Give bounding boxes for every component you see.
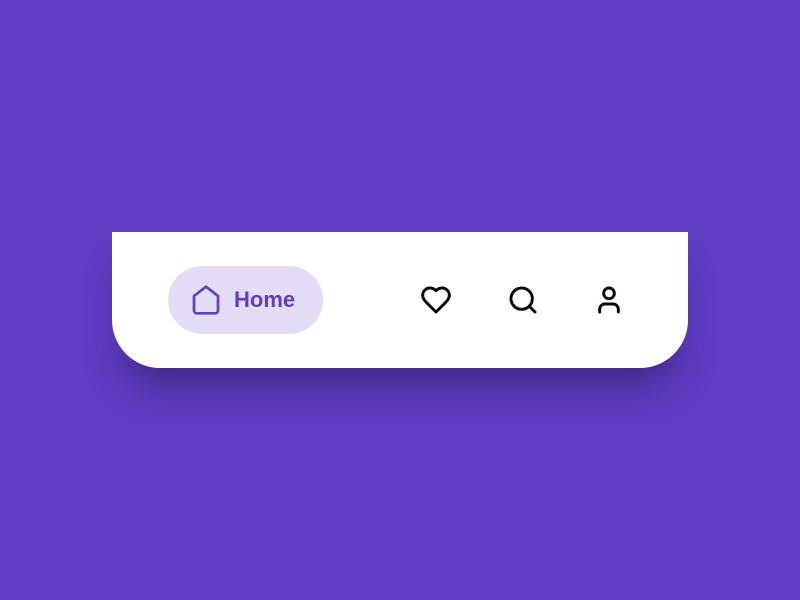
home-icon: [190, 284, 222, 316]
bottom-navigation: Home: [112, 232, 688, 368]
nav-favorites[interactable]: [413, 272, 459, 328]
search-icon: [507, 284, 539, 316]
heart-icon: [420, 284, 452, 316]
nav-home-label: Home: [234, 287, 295, 313]
nav-home[interactable]: Home: [168, 266, 323, 334]
nav-profile[interactable]: [586, 272, 632, 328]
nav-search[interactable]: [499, 272, 545, 328]
user-icon: [593, 284, 625, 316]
